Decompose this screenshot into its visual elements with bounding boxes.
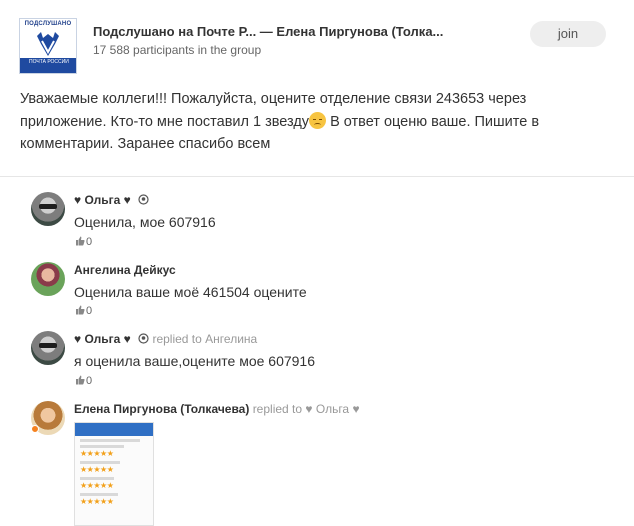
comment-author-line: ♥ Ольга ♥	[74, 193, 149, 207]
rating-stars-icon: ★★★★★	[80, 449, 114, 458]
placeholder-line	[80, 493, 118, 496]
thumbs-up-icon	[76, 375, 85, 385]
comment-author[interactable]: ♥ Ольга ♥	[74, 193, 131, 207]
thumbs-up-icon	[76, 236, 85, 246]
thumbs-up-icon	[76, 305, 85, 315]
participants-count: 17 588 participants in the group	[93, 43, 262, 57]
avatar[interactable]	[31, 331, 65, 365]
comment-author[interactable]: ♥ Ольга ♥	[74, 332, 131, 346]
group-title-line[interactable]: Подслушано на Почте Р... — Елена Пиргуно…	[93, 24, 443, 39]
placeholder-line	[80, 477, 114, 480]
reply-target-link[interactable]: Ангелина	[205, 332, 257, 346]
title-separator: —	[256, 24, 277, 39]
group-header: ПОДСЛУШАНО ПОЧТА РОССИИ Подслушано на По…	[0, 0, 634, 80]
pensive-face-emoji-icon	[309, 111, 327, 129]
rating-stars-icon: ★★★★★	[80, 465, 114, 474]
reply-target-link[interactable]: ♥ Ольга ♥	[305, 402, 359, 416]
comment-author[interactable]: Ангелина Дейкус	[74, 263, 176, 277]
like-count: 0	[86, 305, 93, 317]
post-author[interactable]: Елена Пиргунова (Толка...	[276, 24, 443, 39]
comment-author-line: ♥ Ольга ♥ replied to Ангелина	[74, 332, 257, 346]
like-count: 0	[86, 375, 93, 387]
rating-stars-icon: ★★★★★	[80, 497, 114, 506]
comment-text: я оценила ваше,оцените мое 607916	[74, 353, 315, 369]
avatar[interactable]	[31, 192, 65, 226]
like-count: 0	[86, 236, 93, 248]
comment-text: Оценила ваше моё 461504 оцените	[74, 284, 307, 300]
logo-text: ПОДСЛУШАНО	[24, 21, 72, 27]
post-horn-logo-icon	[37, 32, 59, 56]
comments-divider	[0, 176, 634, 177]
comment-author-line: Ангелина Дейкус	[74, 263, 176, 277]
comment-author[interactable]: Елена Пиргунова (Толкачева)	[74, 402, 249, 416]
join-button[interactable]: join	[530, 21, 606, 47]
comment-author-line: Елена Пиргунова (Толкачева) replied to ♥…	[74, 402, 360, 416]
like-button[interactable]: 0	[75, 305, 92, 317]
logo-brand: ПОЧТА РОССИИ	[20, 58, 76, 73]
badge-icon	[138, 194, 149, 205]
avatar[interactable]	[31, 262, 65, 296]
online-indicator-icon	[31, 425, 39, 433]
replied-label: replied to	[152, 332, 202, 346]
app-bar	[75, 423, 153, 436]
rating-stars-icon: ★★★★★	[80, 481, 114, 490]
placeholder-line	[80, 445, 124, 448]
like-button[interactable]: 0	[75, 236, 92, 248]
group-title[interactable]: Подслушано на Почте Р...	[93, 24, 256, 39]
replied-label: replied to	[252, 402, 303, 416]
badge-icon	[138, 333, 149, 344]
group-logo[interactable]: ПОДСЛУШАНО ПОЧТА РОССИИ	[19, 18, 77, 74]
post-text: Уважаемые коллеги!!! Пожалуйста, оцените…	[20, 88, 610, 156]
like-button[interactable]: 0	[75, 375, 92, 387]
placeholder-line	[80, 439, 140, 442]
placeholder-line	[80, 461, 120, 464]
attached-screenshot-image[interactable]: ★★★★★ ★★★★★ ★★★★★ ★★★★★	[74, 422, 154, 526]
comment-text: Оценила, мое 607916	[74, 214, 216, 230]
